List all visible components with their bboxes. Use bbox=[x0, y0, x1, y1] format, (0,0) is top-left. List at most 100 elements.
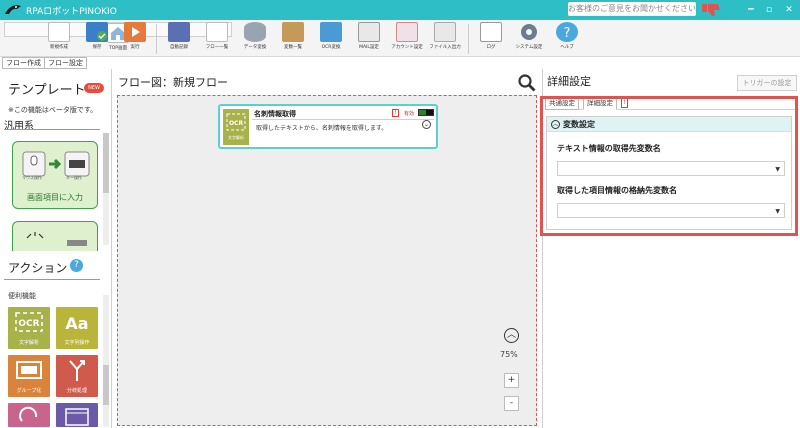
main-toolbar: TOP画面 新規作成 保存 実行 自動記録 フロー一覧 データ変換 変数一覧 O… bbox=[0, 20, 800, 57]
variable-settings-header[interactable]: ︿ 変数設定 bbox=[547, 117, 791, 132]
template-scrollbar[interactable] bbox=[103, 133, 109, 245]
template-list: マウス操作 キー操作 画面項目に入力 bbox=[4, 133, 102, 251]
toolbar-system-settings-button[interactable]: システム設定 bbox=[512, 22, 546, 56]
thumbs-down-icon[interactable] bbox=[700, 2, 722, 18]
play-icon bbox=[124, 22, 146, 42]
template-card-input[interactable]: マウス操作 キー操作 画面項目に入力 bbox=[12, 141, 98, 209]
scroll-thumb[interactable] bbox=[103, 133, 109, 193]
action-tile-loop[interactable] bbox=[8, 403, 50, 427]
item-store-variable-label: 取得した項目情報の格納先変数名 bbox=[557, 186, 677, 195]
toolbar-separator bbox=[468, 24, 469, 54]
window-icon bbox=[65, 408, 89, 426]
toolbar-log-button[interactable]: ログ bbox=[474, 22, 508, 56]
file-download-icon bbox=[434, 22, 456, 42]
template-header: テンプレート NEW bbox=[0, 69, 110, 105]
trigger-settings-button[interactable]: トリガーの設定 bbox=[737, 75, 797, 91]
toolbar-help-button[interactable]: ? ヘルプ bbox=[550, 22, 584, 56]
box-icon bbox=[282, 22, 304, 42]
ocr-icon: OCR bbox=[15, 312, 43, 332]
toolbar-flow-list-button[interactable]: フロー一覧 bbox=[200, 22, 234, 56]
zoom-collapse-chevron-icon[interactable]: ︿ bbox=[504, 328, 519, 343]
flow-header: フロー図：新規フロー bbox=[118, 76, 228, 89]
feedback-button[interactable]: お客様のご意見をお聞かせください bbox=[568, 2, 696, 16]
scroll-thumb[interactable] bbox=[103, 365, 109, 405]
dropdown-arrow-icon: ▼ bbox=[775, 166, 780, 173]
search-icon[interactable] bbox=[518, 74, 536, 92]
flow-node-business-card[interactable]: OCR 文字解析 名刺情報取得 ! 有効 取得したテキストから、名刺情報を取得しま… bbox=[218, 104, 438, 149]
category-divider bbox=[4, 129, 100, 130]
toolbar-label: MAIL設定 bbox=[359, 45, 379, 50]
toolbar-variables-button[interactable]: 変数一覧 bbox=[276, 22, 310, 56]
close-button[interactable]: ✕ bbox=[782, 3, 796, 17]
help-icon: ? bbox=[556, 22, 578, 42]
restore-button[interactable]: ▫ bbox=[762, 3, 776, 17]
actions-scrollbar[interactable] bbox=[103, 295, 109, 427]
action-tile-label: 分岐処理 bbox=[66, 388, 87, 394]
toolbar-label: データ変換 bbox=[243, 45, 267, 50]
node-ocr-icon: OCR 文字解析 bbox=[223, 109, 249, 145]
branch-icon bbox=[69, 360, 85, 381]
dropdown-arrow-icon: ▼ bbox=[775, 208, 780, 215]
toolbar-label: 保存 bbox=[92, 45, 102, 50]
actions-header: アクション ? bbox=[0, 253, 110, 281]
node-warning-icon: ! bbox=[392, 109, 399, 117]
toolbar-label: ログ bbox=[486, 45, 496, 50]
zoom-out-button[interactable]: - bbox=[504, 396, 519, 411]
keyboard-label: キー操作 bbox=[66, 175, 82, 180]
flow-list-icon bbox=[206, 22, 228, 42]
template-card-partial[interactable] bbox=[12, 221, 98, 251]
ocr-icon bbox=[320, 22, 342, 42]
action-tile-window[interactable] bbox=[56, 403, 98, 427]
node-enabled-toggle[interactable] bbox=[418, 109, 434, 116]
variable-settings-panel: ︿ 変数設定 テキスト情報の取得先変数名 ▼ 取得した項目情報の格納先変数名 ▼ bbox=[546, 116, 792, 230]
tab-flow-settings[interactable]: フロー設定 bbox=[44, 57, 87, 69]
toolbar-run-button[interactable]: 実行 bbox=[118, 22, 152, 56]
toolbar-separator bbox=[156, 24, 157, 54]
svg-text:?: ? bbox=[564, 26, 571, 41]
minimize-button[interactable]: ━ bbox=[744, 3, 758, 17]
group-icon bbox=[16, 361, 42, 379]
string-glyph: Aa bbox=[65, 314, 88, 333]
text-source-variable-select[interactable]: ▼ bbox=[557, 161, 785, 176]
toolbar-label: システム設定 bbox=[515, 45, 543, 50]
toolbar-data-convert-button[interactable]: データ変換 bbox=[238, 22, 272, 56]
toolbar-new-button[interactable]: 新規作成 bbox=[42, 22, 76, 56]
account-icon bbox=[396, 22, 418, 42]
toolbar-record-button[interactable]: 自動記録 bbox=[162, 22, 196, 56]
action-tile-string[interactable]: Aa 文字列操作 bbox=[56, 307, 98, 349]
template-title: テンプレート bbox=[8, 83, 86, 98]
actions-divider bbox=[4, 279, 100, 280]
actions-category: 便利機能 bbox=[8, 292, 36, 300]
gear-icon bbox=[518, 22, 540, 42]
left-tabs: フロー作成 フロー設定 bbox=[0, 57, 112, 69]
new-document-icon bbox=[48, 22, 70, 42]
toolbar-account-button[interactable]: アカウント設定 bbox=[390, 22, 424, 56]
toolbar-save-button[interactable]: 保存 bbox=[80, 22, 114, 56]
actions-help-icon[interactable]: ? bbox=[70, 259, 83, 272]
action-tile-ocr[interactable]: OCR 文字解析 bbox=[8, 307, 50, 349]
pinokio-logo-icon bbox=[5, 5, 21, 14]
action-tile-branch[interactable]: 分岐処理 bbox=[56, 355, 98, 397]
toolbar-ocr-button[interactable]: OCR変換 bbox=[314, 22, 348, 56]
toolbar-label: フロー一覧 bbox=[205, 45, 229, 50]
node-enabled-label: 有効 bbox=[404, 111, 415, 117]
node-expand-chevron-icon[interactable]: ⌄ bbox=[422, 120, 431, 129]
detail-title: 詳細設定 bbox=[547, 75, 591, 88]
node-divider bbox=[252, 119, 434, 120]
action-tile-group[interactable]: グループ化 bbox=[8, 355, 50, 397]
toolbar-label: アカウント設定 bbox=[391, 45, 423, 50]
loop-icon bbox=[19, 406, 38, 422]
toolbar-file-io-button[interactable]: ファイル入出力 bbox=[428, 22, 462, 56]
left-pane: テンプレート NEW ※この機能はベータ版です。 汎用系 マウス操作 キー操作 … bbox=[0, 69, 112, 428]
item-store-variable-select[interactable]: ▼ bbox=[557, 203, 785, 218]
toolbar-label: 新規作成 bbox=[50, 45, 68, 50]
toolbar-label: ヘルプ bbox=[560, 45, 574, 50]
app-window: RPAロボットPINOKIO お客様のご意見をお聞かせください ━ ▫ ✕ TO… bbox=[0, 0, 800, 428]
actions-title: アクション bbox=[8, 261, 68, 275]
toolbar-mail-button[interactable]: MAIL設定 bbox=[352, 22, 386, 56]
node-title: 名刺情報取得 bbox=[254, 110, 296, 118]
template-icon bbox=[26, 232, 87, 246]
tab-flow-create[interactable]: フロー作成 bbox=[2, 57, 45, 69]
collapse-chevron-icon[interactable]: ︿ bbox=[551, 120, 560, 129]
zoom-in-button[interactable]: + bbox=[504, 373, 519, 388]
